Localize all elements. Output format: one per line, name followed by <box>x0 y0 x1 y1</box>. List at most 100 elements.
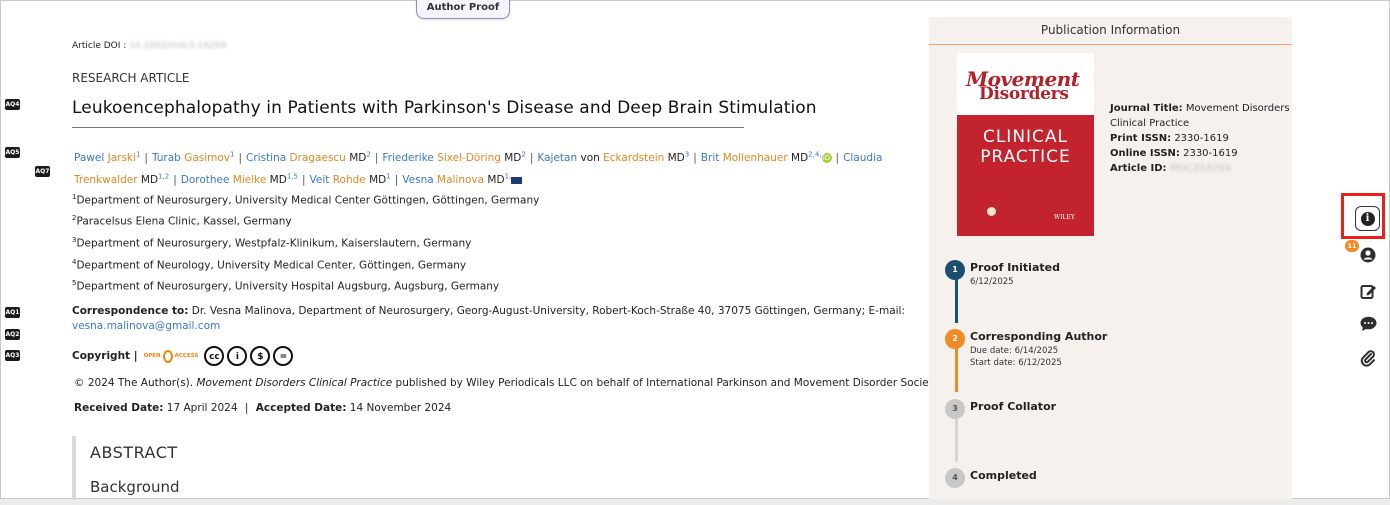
publication-info-header: Publication Information <box>929 17 1292 45</box>
author-affiliation-sup: 1 <box>386 172 391 181</box>
author-family-name: Eckardstein <box>603 151 665 164</box>
step-detail: Start date: 6/12/2025 <box>970 358 1062 368</box>
correspondence-email-link[interactable]: vesna.malinova@gmail.com <box>72 320 220 332</box>
author-separator: | <box>173 174 177 186</box>
journal-cover-image: Movement Disorders CLINICAL PRACTICE WIL… <box>957 53 1094 236</box>
author-entry[interactable]: Vesna Malinova MD1, <box>402 172 523 186</box>
author-separator: | <box>529 151 534 164</box>
online-issn-value: 2330-1619 <box>1183 148 1238 159</box>
query-badge-aq1[interactable]: AQ1 <box>5 307 20 318</box>
license-statement: © 2024 The Author(s). Movement Disorders… <box>74 377 941 389</box>
author-given-name: Brit <box>700 151 720 164</box>
copyright-row: Copyright | OPEN ACCESS cc i $ = <box>72 343 296 369</box>
cover-publisher: WILEY <box>1054 214 1075 221</box>
author-separator: | <box>374 151 379 164</box>
author-separator: | <box>693 151 697 164</box>
author-given-name: Kajetan <box>537 151 578 164</box>
author-affiliation-sup: 1,2 <box>158 172 170 181</box>
affiliation-text: Department of Neurosurgery, Westpfalz-Kl… <box>76 237 472 250</box>
query-badge-aq2[interactable]: AQ2 <box>5 329 20 340</box>
step-title: Proof Initiated <box>970 261 1060 274</box>
user-icon[interactable] <box>1359 246 1377 264</box>
mail-icon[interactable] <box>511 176 523 184</box>
cover-top: Movement Disorders <box>957 53 1094 115</box>
open-access-right-text: ACCESS <box>174 353 199 359</box>
affiliation-item: 2Paracelsus Elena Clinic, Kassel, German… <box>72 214 292 228</box>
correspondence-text: Dr. Vesna Malinova, Department of Neuros… <box>188 305 906 317</box>
author-proof-tab[interactable]: Author Proof <box>416 0 510 19</box>
print-issn-row: Print ISSN: 2330-1619 <box>1110 131 1290 146</box>
affiliation-item: 4Department of Neurology, University Med… <box>72 258 466 272</box>
query-badge-aq7[interactable]: AQ7 <box>35 166 50 177</box>
article-type: RESEARCH ARTICLE <box>72 71 190 85</box>
author-affiliation-sup: 2 <box>366 150 371 158</box>
cover-red-block: CLINICAL PRACTICE WILEY <box>957 115 1094 236</box>
step-number-circle: 2 <box>945 329 965 349</box>
author-entry[interactable]: Pawel Jarski1 <box>74 150 140 164</box>
edit-icon[interactable] <box>1359 282 1377 300</box>
query-badge-aq5[interactable]: AQ5 <box>5 147 20 158</box>
author-family-name: Sixel-Döring <box>437 151 501 164</box>
info-icon: i <box>1360 211 1375 226</box>
cc-icon: cc <box>204 346 225 366</box>
author-given-name: Claudia <box>843 151 883 164</box>
author-degree: MD <box>349 151 367 164</box>
copyright-label: Copyright | <box>72 350 138 362</box>
author-separator: | <box>394 174 399 186</box>
doi-label: Article DOI : <box>72 41 127 51</box>
info-button[interactable]: i <box>1355 206 1380 231</box>
author-affiliation-sup: 2 <box>521 150 526 158</box>
abstract-side-bar <box>72 436 76 500</box>
article-title: Leukoencephalopathy in Patients with Par… <box>72 98 817 118</box>
author-family-name: Malinova <box>437 174 485 186</box>
author-entry[interactable]: Cristina Dragaescu MD2 <box>246 150 371 164</box>
online-issn-label: Online ISSN: <box>1110 148 1180 159</box>
article-doi: Article DOI : 10.1002/mdc3.14294 <box>72 41 226 51</box>
abstract-heading: ABSTRACT <box>90 443 178 462</box>
author-entry[interactable]: Brit Mollenhauer MD2,4,iD <box>700 150 832 164</box>
attachment-icon[interactable] <box>1359 349 1377 367</box>
comment-icon[interactable] <box>1359 315 1377 333</box>
background-heading: Background <box>90 478 180 496</box>
article-id-value: MDC314294 <box>1169 163 1232 174</box>
author-entry[interactable]: Turab Gasimov1 <box>152 150 235 164</box>
author-family-name: Trenkwalder <box>74 174 138 186</box>
step-title: Completed <box>970 469 1037 482</box>
correspondence-label: Correspondence to: <box>72 305 189 317</box>
received-value: 17 April 2024 <box>166 402 238 414</box>
step-detail: Due date: 6/14/2025 <box>970 346 1059 356</box>
author-given-name: Friederike <box>382 151 434 164</box>
author-entry[interactable]: Friederike Sixel-Döring MD2 <box>382 150 526 164</box>
affiliation-item: 5Department of Neurosurgery, University … <box>72 279 499 293</box>
publication-info-panel: Publication Information Movement Disorde… <box>929 17 1292 499</box>
author-entry[interactable]: Veit Rohde MD1 <box>310 172 391 187</box>
article-dates: Received Date: 17 April 2024 | Accepted … <box>74 402 451 414</box>
license-prefix: © 2024 The Author(s). <box>74 377 197 389</box>
author-affiliation-sup: 1 <box>230 150 235 158</box>
print-issn-label: Print ISSN: <box>1110 133 1172 144</box>
author-separator: | <box>238 151 243 164</box>
article-id-row: Article ID: MDC314294 <box>1110 161 1290 176</box>
journal-title-row: Journal Title: Movement Disorders Clinic… <box>1110 101 1290 131</box>
received-label: Received Date: <box>74 402 164 414</box>
author-list: Pawel Jarski1 | Turab Gasimov1 | Cristina Dr… <box>74 145 914 190</box>
notification-count-badge: 11 <box>1345 240 1359 252</box>
article-id-label: Article ID: <box>1110 163 1167 174</box>
author-affiliation-sup: 1,5 <box>286 172 298 181</box>
open-access-left-text: OPEN <box>143 353 161 359</box>
cover-subtitle-line1: CLINICAL <box>982 127 1069 147</box>
title-divider <box>72 127 744 128</box>
author-affiliation-sup: 2,4, <box>808 150 822 158</box>
author-affiliation-sup: 1, <box>504 172 512 181</box>
author-entry[interactable]: Dorothee Mielke MD1,5 <box>181 172 298 187</box>
author-family-name: Jarski <box>107 151 136 164</box>
accepted-value: 14 November 2024 <box>349 402 452 414</box>
creative-commons-icons: cc i $ = <box>204 346 296 366</box>
journal-title-label: Journal Title: <box>1110 103 1183 114</box>
orcid-icon[interactable]: iD <box>821 152 832 163</box>
query-badge-aq3[interactable]: AQ3 <box>5 350 20 361</box>
step-detail: 6/12/2025 <box>970 277 1014 287</box>
query-badge-aq4[interactable]: AQ4 <box>5 99 20 110</box>
author-entry[interactable]: Kajetan von Eckardstein MD3 <box>537 150 689 164</box>
author-degree: MD <box>504 151 522 164</box>
